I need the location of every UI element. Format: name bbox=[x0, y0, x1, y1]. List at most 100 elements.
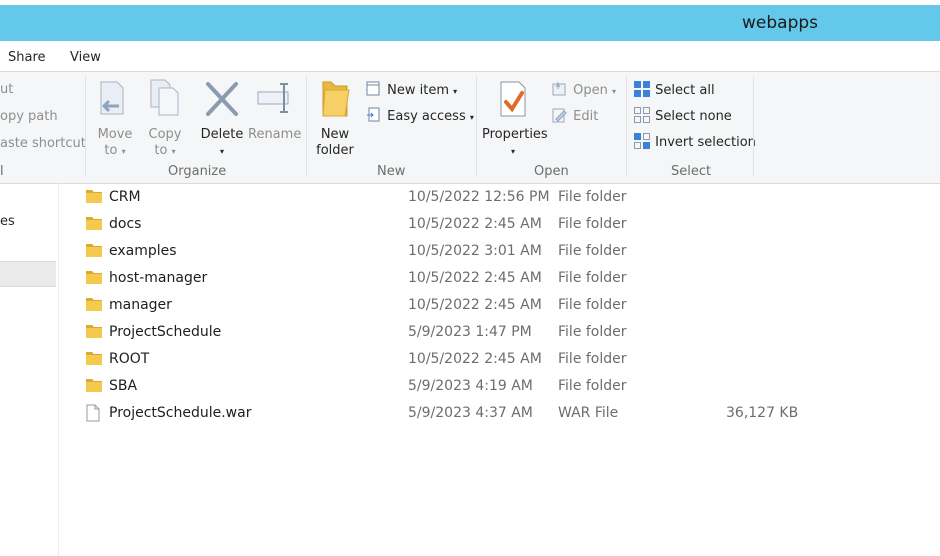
file-name: manager bbox=[109, 297, 172, 313]
paste-shortcut-button[interactable]: aste shortcut bbox=[0, 136, 86, 151]
file-name: SBA bbox=[109, 378, 138, 394]
easy-access-button[interactable]: Easy access ▾ bbox=[365, 106, 474, 124]
select-all-button[interactable]: Select all bbox=[633, 80, 715, 98]
file-name: examples bbox=[109, 243, 177, 259]
delete-button[interactable]: Delete ▾ bbox=[198, 76, 246, 160]
nav-item-selected[interactable] bbox=[0, 261, 56, 287]
file-row[interactable]: ROOT 10/5/2022 2:45 AM File folder bbox=[60, 346, 940, 373]
window-title: webapps bbox=[742, 13, 819, 33]
move-to-label-2: to bbox=[104, 143, 118, 158]
file-date: 10/5/2022 12:56 PM bbox=[408, 189, 550, 205]
nav-item[interactable]: es bbox=[0, 214, 15, 229]
open-label: Open bbox=[573, 83, 608, 98]
folder-icon bbox=[86, 271, 102, 284]
file-name: ROOT bbox=[109, 351, 150, 367]
file-type: File folder bbox=[558, 270, 627, 286]
ribbon-tabs: Share View bbox=[0, 41, 940, 71]
ribbon-separator bbox=[753, 76, 754, 176]
file-row[interactable]: ProjectSchedule.war 5/9/2023 4:37 AM WAR… bbox=[60, 400, 940, 427]
copy-to-icon bbox=[150, 79, 179, 116]
file-icon bbox=[86, 404, 100, 422]
file-row[interactable]: ProjectSchedule 5/9/2023 1:47 PM File fo… bbox=[60, 319, 940, 346]
new-folder-label-2: folder bbox=[316, 143, 354, 158]
delete-x-icon bbox=[206, 82, 238, 116]
new-item-icon bbox=[366, 81, 380, 96]
move-to-button[interactable]: Move to ▾ bbox=[92, 76, 138, 160]
file-date: 5/9/2023 4:37 AM bbox=[408, 405, 533, 421]
navigation-pane: es bbox=[0, 183, 59, 556]
folder-icon bbox=[86, 217, 102, 230]
title-bar: webapps bbox=[0, 5, 940, 41]
chevron-down-icon: ▾ bbox=[612, 87, 617, 96]
new-item-label: New item bbox=[387, 83, 449, 98]
ribbon-separator bbox=[85, 76, 86, 176]
file-date: 10/5/2022 2:45 AM bbox=[408, 351, 542, 367]
file-date: 5/9/2023 4:19 AM bbox=[408, 378, 533, 394]
file-type: File folder bbox=[558, 351, 627, 367]
folder-icon bbox=[86, 352, 102, 365]
chevron-down-icon: ▾ bbox=[121, 147, 126, 156]
delete-label: Delete bbox=[200, 127, 244, 142]
file-type: File folder bbox=[558, 216, 627, 232]
file-date: 10/5/2022 2:45 AM bbox=[408, 216, 542, 232]
file-row[interactable]: docs 10/5/2022 2:45 AM File folder bbox=[60, 211, 940, 238]
copy-to-button[interactable]: Copy to ▾ bbox=[142, 76, 188, 160]
file-row[interactable]: manager 10/5/2022 2:45 AM File folder bbox=[60, 292, 940, 319]
new-folder-label: New bbox=[320, 127, 350, 142]
file-type: WAR File bbox=[558, 405, 619, 421]
rename-label: Rename bbox=[248, 127, 302, 142]
file-type: File folder bbox=[558, 189, 627, 205]
file-date: 10/5/2022 3:01 AM bbox=[408, 243, 542, 259]
folder-icon bbox=[86, 190, 102, 203]
select-none-button[interactable]: Select none bbox=[633, 106, 732, 124]
invert-selection-button[interactable]: Invert selection bbox=[633, 132, 756, 150]
ribbon-separator bbox=[306, 76, 307, 176]
properties-label: Properties bbox=[482, 127, 548, 142]
tab-share[interactable]: Share bbox=[8, 50, 46, 65]
chevron-down-icon: ▾ bbox=[171, 147, 176, 156]
folder-icon bbox=[86, 379, 102, 392]
easy-access-icon bbox=[367, 107, 380, 122]
file-row[interactable]: CRM 10/5/2022 12:56 PM File folder bbox=[60, 184, 940, 211]
ribbon-separator bbox=[476, 76, 477, 176]
folder-icon bbox=[86, 244, 102, 257]
new-folder-icon bbox=[322, 81, 350, 117]
cut-button[interactable]: ut bbox=[0, 82, 13, 97]
copy-path-button[interactable]: opy path bbox=[0, 109, 58, 124]
tab-view[interactable]: View bbox=[70, 50, 101, 65]
file-row[interactable]: SBA 5/9/2023 4:19 AM File folder bbox=[60, 373, 940, 400]
chevron-down-icon: ▾ bbox=[219, 147, 224, 156]
new-folder-button[interactable]: New folder bbox=[312, 76, 358, 159]
file-date: 10/5/2022 2:45 AM bbox=[408, 297, 542, 313]
open-button[interactable]: Open ▾ bbox=[551, 80, 616, 98]
move-to-icon bbox=[100, 81, 124, 115]
file-name: host-manager bbox=[109, 270, 208, 286]
file-date: 10/5/2022 2:45 AM bbox=[408, 270, 542, 286]
folder-icon bbox=[86, 325, 102, 338]
new-group-label: New bbox=[377, 164, 406, 179]
select-none-label: Select none bbox=[655, 109, 732, 124]
edit-label: Edit bbox=[573, 109, 599, 124]
select-all-icon bbox=[634, 81, 650, 97]
properties-button[interactable]: Properties ▾ bbox=[482, 76, 548, 160]
file-size: 36,127 KB bbox=[726, 405, 799, 421]
file-date: 5/9/2023 1:47 PM bbox=[408, 324, 532, 340]
invert-selection-icon bbox=[634, 133, 650, 149]
file-type: File folder bbox=[558, 243, 627, 259]
folder-icon bbox=[86, 298, 102, 311]
file-name: docs bbox=[109, 216, 142, 232]
file-name: ProjectSchedule.war bbox=[109, 405, 252, 421]
edit-button[interactable]: Edit bbox=[551, 106, 598, 124]
rename-button[interactable]: Rename bbox=[248, 76, 302, 143]
chevron-down-icon: ▾ bbox=[453, 87, 458, 96]
clipboard-group-label: l bbox=[0, 164, 4, 179]
new-item-button[interactable]: New item ▾ bbox=[365, 80, 457, 98]
file-type: File folder bbox=[558, 297, 627, 313]
file-row[interactable]: examples 10/5/2022 3:01 AM File folder bbox=[60, 238, 940, 265]
file-name: ProjectSchedule bbox=[109, 324, 222, 340]
easy-access-label: Easy access bbox=[387, 109, 466, 124]
file-type: File folder bbox=[558, 324, 627, 340]
file-name: CRM bbox=[109, 189, 141, 205]
file-row[interactable]: host-manager 10/5/2022 2:45 AM File fold… bbox=[60, 265, 940, 292]
ribbon-separator bbox=[626, 76, 627, 176]
